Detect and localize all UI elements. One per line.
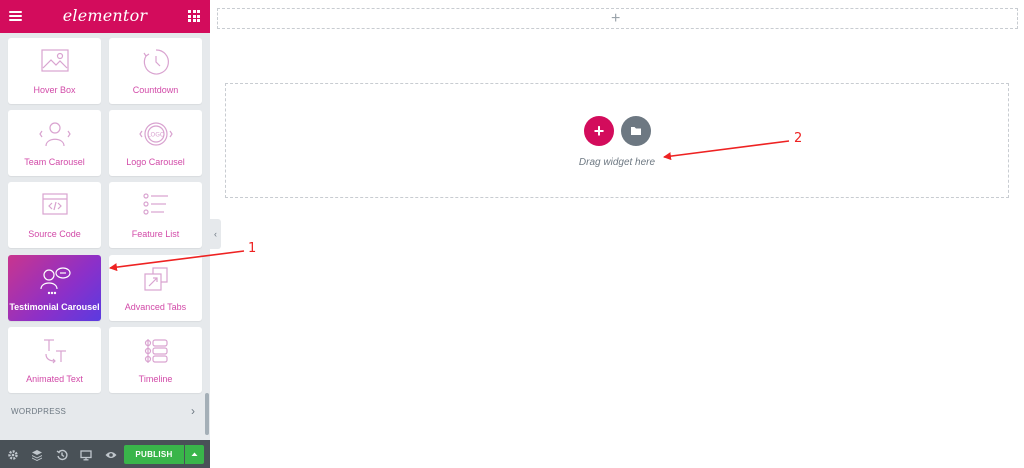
drag-widget-hint: Drag widget here (578, 157, 656, 168)
code-window-icon (41, 193, 68, 215)
widget-label: Hover Box (33, 85, 76, 95)
annotation-label-1: 1 (248, 241, 257, 256)
widget-countdown[interactable]: Countdown (109, 38, 202, 104)
widgets-grid-icon[interactable] (188, 10, 200, 22)
text-icon (43, 339, 66, 364)
elementor-logo: elementor (62, 6, 148, 25)
publish-button[interactable]: PUBLISH (124, 445, 184, 464)
category-label: WORDPRESS (11, 407, 67, 416)
clock-icon (143, 49, 169, 75)
plus-icon: + (593, 121, 605, 141)
layers-icon[interactable] (31, 448, 43, 461)
person-icon (38, 122, 71, 147)
annotation-label-2: 2 (794, 131, 803, 146)
svg-text:LOGO: LOGO (147, 132, 165, 139)
editor-sidebar: elementor Hover Box Countdown Team Carou… (0, 0, 210, 468)
widget-label: Feature List (131, 229, 180, 239)
folder-icon (631, 127, 641, 135)
widget-label: Timeline (138, 374, 173, 384)
responsive-icon[interactable] (80, 448, 92, 461)
list-icon (142, 193, 168, 215)
collapse-sidebar-button[interactable]: ‹ (210, 219, 221, 249)
preview-icon[interactable] (105, 448, 117, 460)
add-template-button[interactable] (621, 116, 651, 146)
plus-icon: + (611, 10, 621, 27)
widget-source-code[interactable]: Source Code (8, 182, 101, 248)
tabs-icon (143, 267, 168, 291)
widget-drop-area[interactable]: + Drag widget here (225, 83, 1009, 198)
widget-logo-carousel[interactable]: LOGO Logo Carousel (109, 110, 202, 176)
publish-options-button[interactable] (185, 445, 204, 464)
testimonial-icon (39, 267, 71, 295)
sidebar-scrollbar[interactable] (205, 393, 209, 435)
widget-animated-text[interactable]: Animated Text (8, 327, 101, 393)
widget-label: Advanced Tabs (124, 302, 187, 312)
widget-label: Animated Text (26, 374, 83, 384)
history-icon[interactable] (56, 448, 68, 461)
widget-label: Logo Carousel (126, 157, 185, 167)
widget-hover-box[interactable]: Hover Box (8, 38, 101, 104)
widget-label: Testimonial Carousel (9, 302, 100, 312)
chevron-right-icon: › (191, 404, 195, 418)
category-wordpress[interactable]: WORDPRESS › (0, 398, 205, 426)
widget-advanced-tabs[interactable]: Advanced Tabs (109, 255, 202, 321)
widget-feature-list[interactable]: Feature List (109, 182, 202, 248)
widget-label: Source Code (28, 229, 81, 239)
image-icon (40, 49, 69, 72)
caret-up-icon (191, 452, 198, 456)
logo-badge-icon: LOGO (138, 122, 173, 146)
widget-testimonial-carousel[interactable]: Testimonial Carousel (8, 255, 101, 321)
settings-icon[interactable] (7, 448, 19, 460)
widget-timeline[interactable]: Timeline (109, 327, 202, 393)
widget-team-carousel[interactable]: Team Carousel (8, 110, 101, 176)
add-section-top[interactable]: + (217, 8, 1018, 29)
add-new-section-button[interactable]: + (584, 116, 614, 146)
timeline-icon (144, 339, 168, 363)
widget-label: Countdown (132, 85, 179, 95)
sidebar-header: elementor (0, 0, 210, 33)
widget-label: Team Carousel (24, 157, 85, 167)
